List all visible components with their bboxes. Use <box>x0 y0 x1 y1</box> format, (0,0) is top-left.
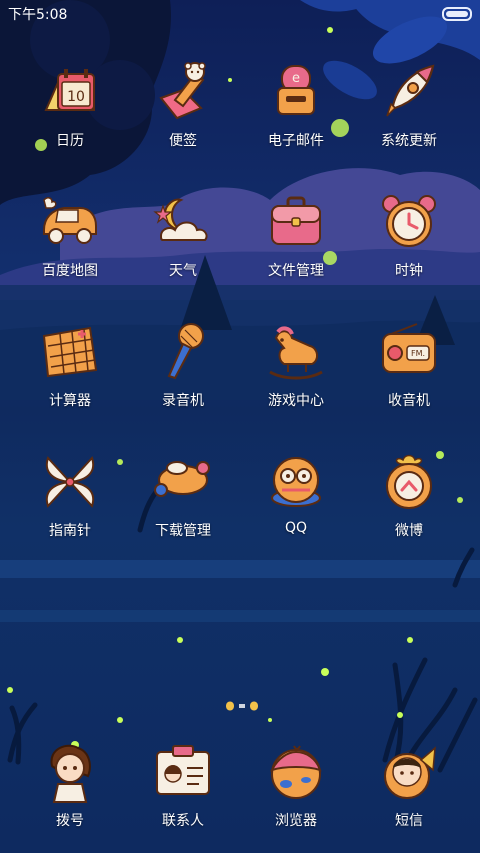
app-download-manager[interactable]: 下载管理 <box>127 450 239 540</box>
battery-icon <box>442 7 472 21</box>
mailbox-icon: e <box>277 65 315 115</box>
app-label: 收音机 <box>388 393 430 409</box>
app-calendar[interactable]: 10 日历 <box>14 60 126 150</box>
app-label: 录音机 <box>162 393 204 409</box>
app-calculator[interactable]: 计算器 <box>14 320 126 410</box>
briefcase-icon <box>271 196 321 245</box>
compass-icon <box>45 456 95 508</box>
radio-fm-text: FM. <box>411 349 425 358</box>
app-label: 计算器 <box>49 393 91 409</box>
rocking-horse-icon <box>269 326 323 380</box>
calendar-icon: 10 <box>44 69 95 111</box>
app-baidu-map[interactable]: 百度地图 <box>14 190 126 280</box>
alarm-clock-icon <box>382 195 436 247</box>
page-indicator <box>226 701 258 711</box>
app-label: QQ <box>284 520 308 536</box>
app-qq[interactable]: QQ <box>240 450 352 536</box>
download-icon <box>154 461 210 497</box>
calendar-day-text: 10 <box>67 89 85 105</box>
app-label: 短信 <box>395 813 423 829</box>
browser-icon <box>270 745 322 799</box>
messages-icon <box>384 746 436 799</box>
app-label: 时钟 <box>395 263 423 279</box>
weather-icon <box>153 198 208 241</box>
app-clock[interactable]: 时钟 <box>353 190 465 280</box>
app-recorder[interactable]: 录音机 <box>127 320 239 410</box>
dock-dialer[interactable]: 拨号 <box>14 740 126 830</box>
notes-icon <box>159 62 206 120</box>
contacts-icon <box>156 745 210 795</box>
app-label: 系统更新 <box>381 133 437 149</box>
app-compass[interactable]: 指南针 <box>14 450 126 540</box>
app-label: 百度地图 <box>42 263 98 279</box>
app-label: 游戏中心 <box>268 393 324 409</box>
status-time: 下午5:08 <box>8 7 68 23</box>
app-label: 拨号 <box>56 813 84 829</box>
calculator-icon <box>42 326 98 378</box>
microphone-icon <box>167 323 204 380</box>
status-bar: 下午5:08 <box>0 0 480 26</box>
app-system-update[interactable]: 系统更新 <box>353 60 465 150</box>
app-label: 天气 <box>169 263 197 279</box>
app-weibo[interactable]: 微博 <box>353 450 465 540</box>
app-label: 电子邮件 <box>268 133 324 149</box>
app-email[interactable]: e 电子邮件 <box>240 60 352 150</box>
email-glyph-text: e <box>292 71 300 86</box>
app-label: 下载管理 <box>155 523 211 539</box>
app-label: 微博 <box>395 523 423 539</box>
app-file-manager[interactable]: 文件管理 <box>240 190 352 280</box>
dock-browser[interactable]: 浏览器 <box>240 740 352 830</box>
app-label: 文件管理 <box>268 263 324 279</box>
dock-contacts[interactable]: 联系人 <box>127 740 239 830</box>
app-label: 日历 <box>56 133 84 149</box>
app-notes[interactable]: 便签 <box>127 60 239 150</box>
rocket-icon <box>386 64 435 117</box>
app-radio[interactable]: FM. 收音机 <box>353 320 465 410</box>
radio-icon: FM. <box>382 323 436 373</box>
qq-icon <box>271 457 321 507</box>
app-label: 指南针 <box>49 523 91 539</box>
dock-messages[interactable]: 短信 <box>353 740 465 830</box>
app-label: 联系人 <box>162 813 204 829</box>
weibo-icon <box>386 454 432 509</box>
app-weather[interactable]: 天气 <box>127 190 239 280</box>
car-icon <box>43 197 97 244</box>
app-game-center[interactable]: 游戏中心 <box>240 320 352 410</box>
app-label: 便签 <box>169 133 197 149</box>
app-label: 浏览器 <box>275 813 317 829</box>
dialer-icon <box>50 744 91 803</box>
